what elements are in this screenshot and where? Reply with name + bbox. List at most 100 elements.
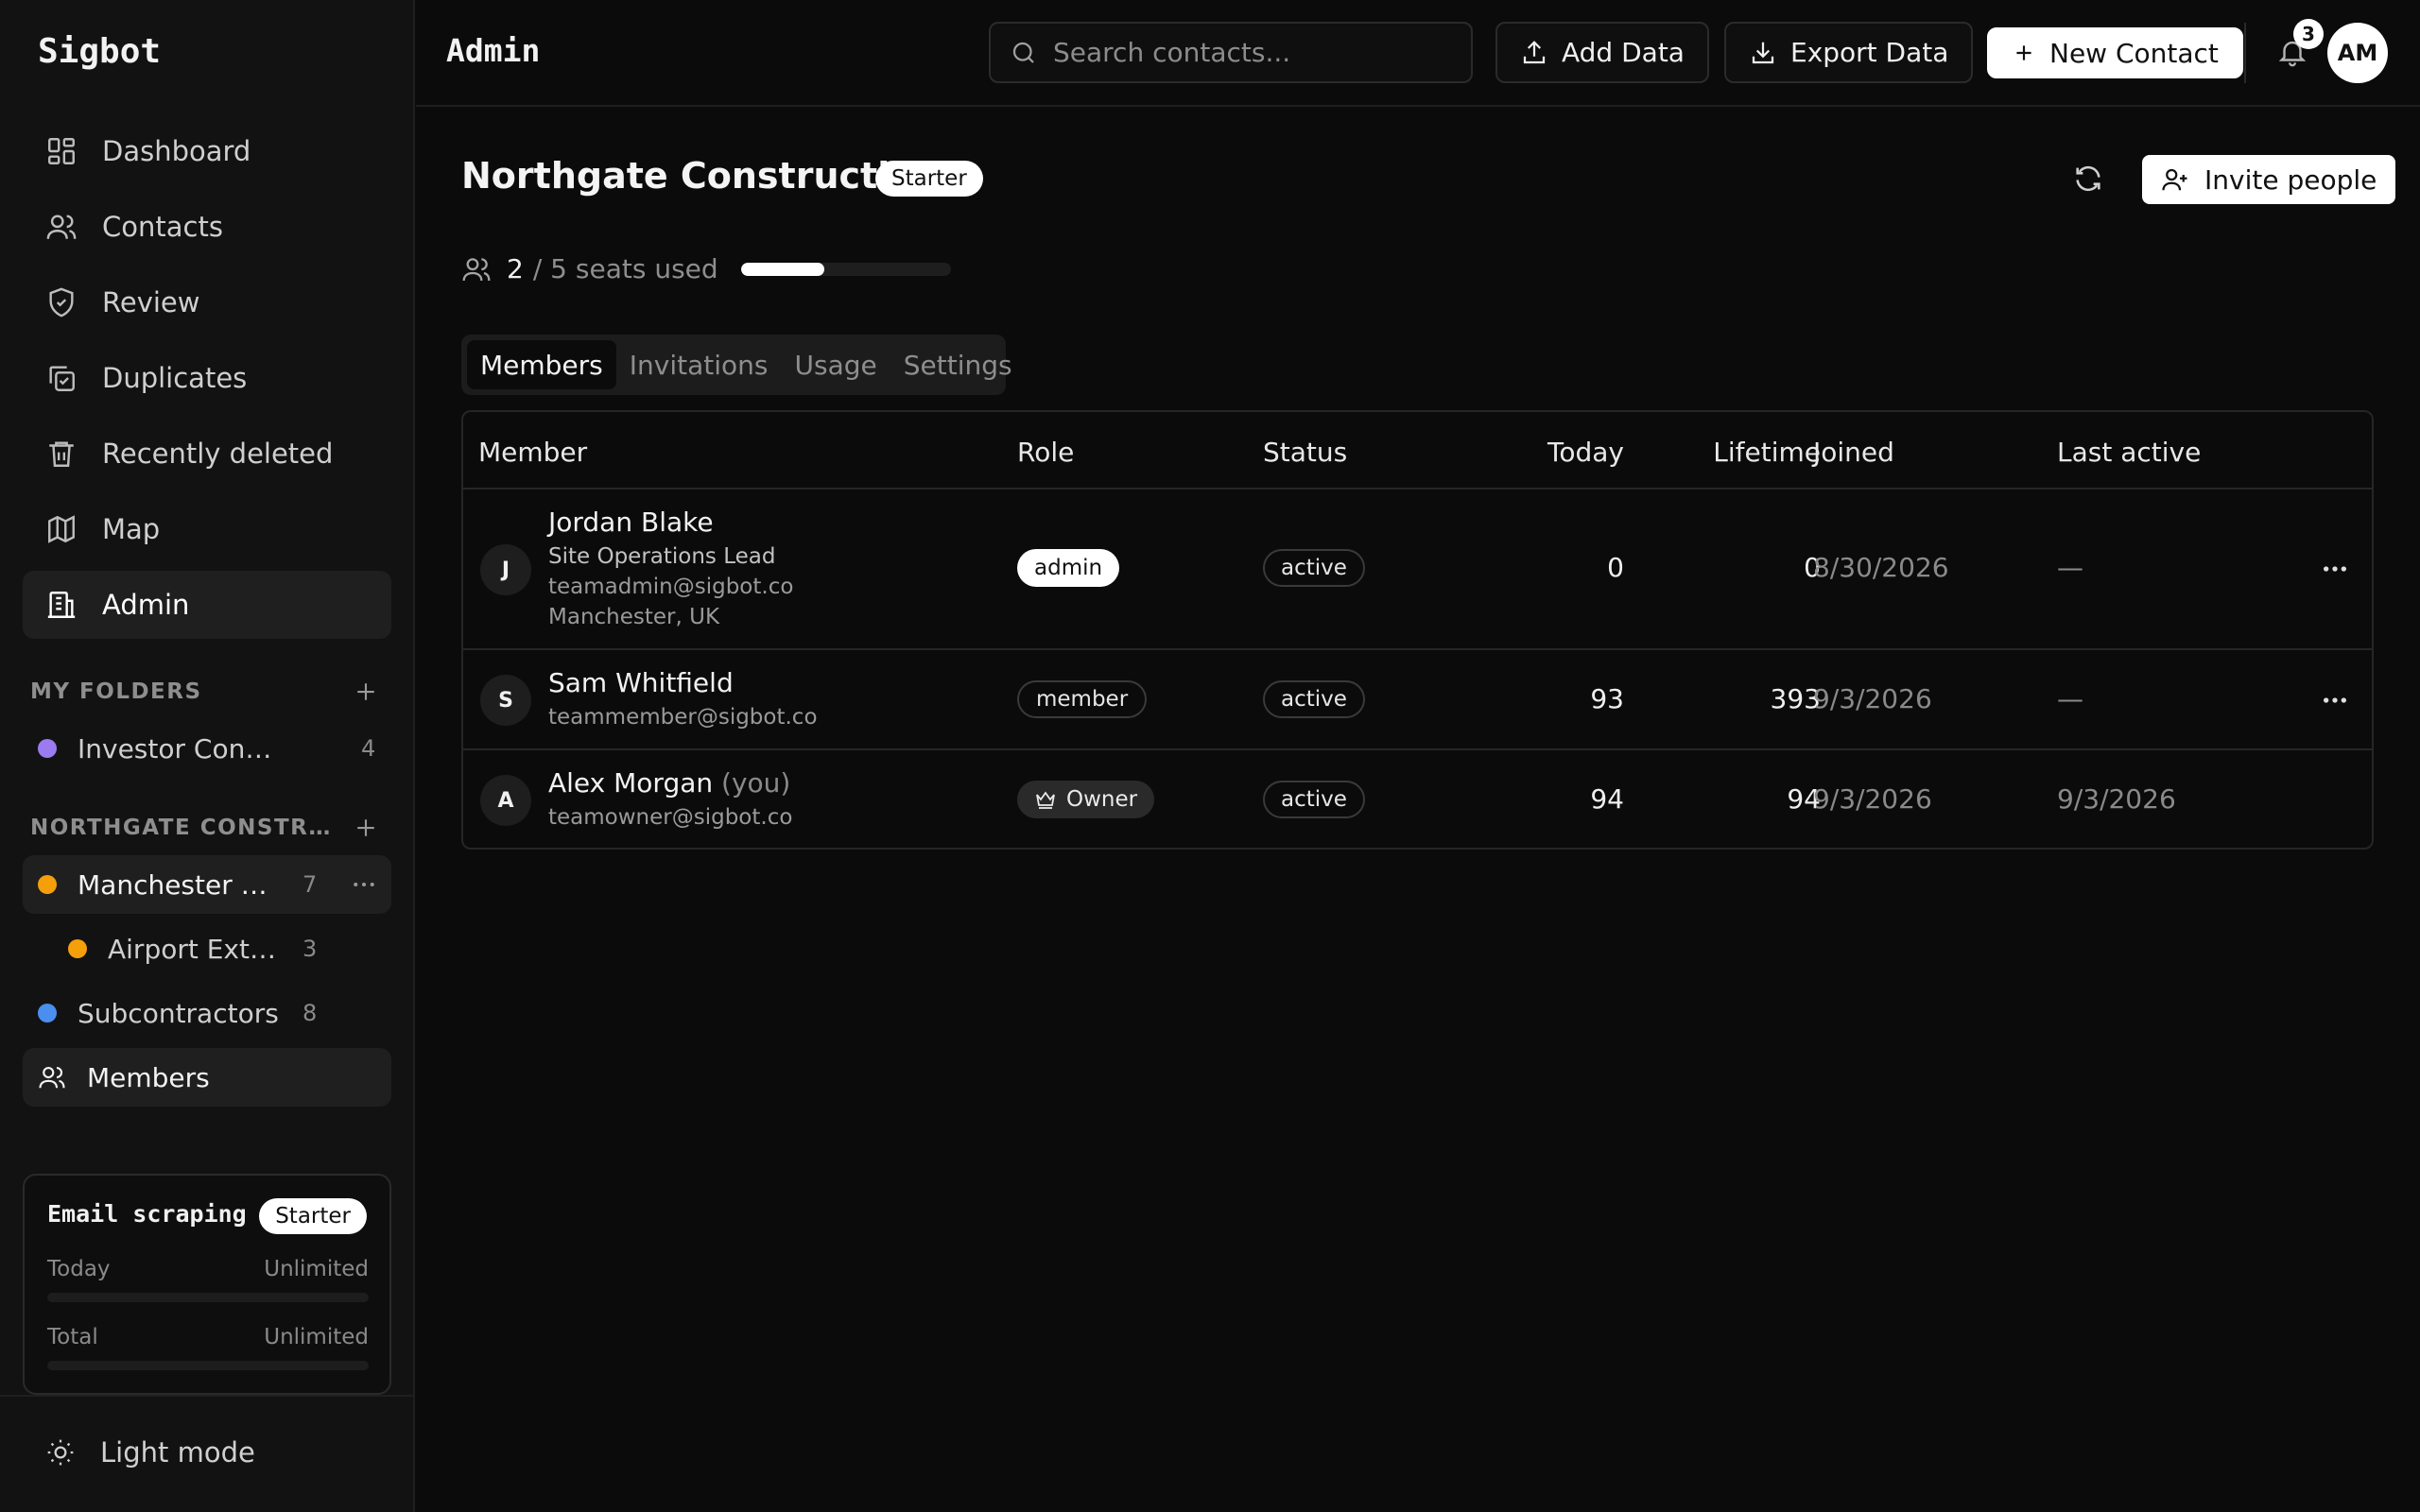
today-count: 94: [1590, 783, 1624, 815]
tab-members[interactable]: Members: [467, 340, 616, 389]
notification-count-badge: 3: [2293, 19, 2324, 49]
row-actions-icon[interactable]: [2320, 685, 2350, 715]
user-avatar[interactable]: AM: [2327, 23, 2388, 83]
tab-settings[interactable]: Settings: [890, 340, 1026, 389]
member-email: teamadmin@sigbot.co: [548, 575, 794, 599]
subfolder-item[interactable]: Airport Extension 3: [23, 919, 391, 978]
folder-count: 4: [361, 735, 376, 762]
usage-card-title: Email scraping: [47, 1200, 247, 1228]
tab-usage[interactable]: Usage: [781, 340, 890, 389]
joined-date: 9/3/2026: [1813, 683, 1932, 714]
folder-name: Manchester Client Projects: [78, 868, 276, 901]
member-title: Site Operations Lead: [548, 544, 776, 569]
brand-logo[interactable]: Sigbot: [38, 32, 161, 71]
nav-item-recently-deleted[interactable]: Recently deleted: [23, 420, 391, 488]
seats-progress-bar: [740, 262, 951, 276]
member-email: teammember@sigbot.co: [548, 705, 818, 730]
invite-label: Invite people: [2204, 163, 2377, 196]
lifetime-count: 94: [1787, 783, 1821, 815]
col-status: Status: [1263, 437, 1348, 468]
trash-icon: [49, 441, 74, 467]
email-scraping-card: Email scraping Starter Today Unlimited T…: [23, 1174, 391, 1395]
new-contact-label: New Contact: [2049, 37, 2219, 69]
row-actions-icon[interactable]: [2320, 554, 2350, 584]
admin-tabs: Members Invitations Usage Settings: [461, 335, 1012, 395]
seats-usage: 2 / 5 seats used: [461, 253, 951, 284]
member-name: Jordan Blake: [548, 507, 714, 538]
nav-label: Duplicates: [102, 362, 248, 394]
duplicates-icon: [49, 366, 75, 391]
nav-item-dashboard[interactable]: Dashboard: [23, 117, 391, 185]
members-table: Member Role Status Today Lifetime Joined…: [461, 410, 2374, 850]
member-name: Alex Morgan (you): [548, 767, 790, 799]
plan-badge: Starter: [259, 1198, 367, 1234]
usage-bar: [47, 1293, 369, 1302]
col-today: Today: [1547, 437, 1624, 468]
table-row[interactable]: A Alex Morgan (you) teamowner@sigbot.co …: [463, 750, 2372, 848]
nav-item-duplicates[interactable]: Duplicates: [23, 344, 391, 412]
col-last-active: Last active: [2057, 437, 2202, 468]
table-header: Member Role Status Today Lifetime Joined…: [463, 412, 2372, 490]
export-data-label: Export Data: [1790, 37, 1949, 68]
add-data-button[interactable]: Add Data: [1495, 22, 1709, 83]
folder-count: 8: [302, 1000, 318, 1026]
nav-item-contacts[interactable]: Contacts: [23, 193, 391, 261]
role-label: Owner: [1066, 787, 1138, 812]
sidebar-item-members[interactable]: Members: [23, 1048, 391, 1107]
last-active: —: [2057, 683, 2083, 714]
member-avatar: J: [480, 544, 531, 595]
nav-label: Review: [102, 286, 200, 318]
lifetime-count: 0: [1804, 552, 1821, 583]
section-title: NORTHGATE CONSTRUCTION: [30, 816, 342, 840]
folder-item[interactable]: Investor Contacts 4: [23, 719, 391, 778]
member-name-text: Alex Morgan: [548, 767, 714, 799]
add-folder-icon[interactable]: [352, 678, 380, 706]
folder-color-dot: [38, 875, 57, 894]
org-name: Northgate Construction: [461, 155, 941, 197]
nav-label: Admin: [102, 589, 190, 621]
col-joined: Joined: [1813, 437, 1894, 468]
plus-icon: [2016, 45, 2031, 60]
sidebar-footer: Light mode: [0, 1395, 413, 1512]
seats-used-count: 2: [507, 253, 524, 284]
joined-date: 8/30/2026: [1813, 552, 1949, 583]
add-data-label: Add Data: [1562, 37, 1685, 68]
folder-item[interactable]: Manchester Client Projects 7: [23, 855, 391, 914]
upload-icon: [1523, 40, 1546, 63]
refresh-icon[interactable]: [2072, 163, 2104, 195]
nav-item-admin[interactable]: Admin: [23, 571, 391, 639]
today-count: 93: [1590, 683, 1624, 714]
search-box[interactable]: [989, 22, 1473, 83]
nav-item-review[interactable]: Review: [23, 268, 391, 336]
more-options-icon[interactable]: [350, 870, 378, 899]
folder-item[interactable]: Subcontractors 8: [23, 984, 391, 1042]
role-badge: member: [1017, 680, 1148, 718]
users-icon: [462, 257, 491, 281]
usage-row-total: Total Unlimited: [47, 1325, 369, 1349]
export-data-button[interactable]: Export Data: [1724, 22, 1974, 83]
nav-item-map[interactable]: Map: [23, 495, 391, 563]
add-folder-icon[interactable]: [352, 814, 380, 842]
tab-invitations[interactable]: Invitations: [616, 340, 782, 389]
lifetime-count: 393: [1770, 683, 1821, 714]
col-lifetime: Lifetime: [1713, 437, 1821, 468]
topbar: Admin Add Data Export Data New Contact 3…: [416, 0, 2420, 107]
new-contact-button[interactable]: New Contact: [1987, 27, 2243, 78]
light-mode-toggle[interactable]: Light mode: [45, 1436, 255, 1469]
usage-row-today: Today Unlimited: [47, 1257, 369, 1281]
sun-icon: [47, 1439, 74, 1466]
table-row[interactable]: J Jordan Blake Site Operations Lead team…: [463, 490, 2372, 650]
user-plus-icon: [2162, 168, 2187, 191]
dashboard-icon: [48, 138, 75, 164]
users-icon: [39, 1066, 65, 1089]
table-row[interactable]: S Sam Whitfield teammember@sigbot.co mem…: [463, 650, 2372, 750]
you-indicator: (you): [721, 767, 791, 799]
member-name-text: Jordan Blake: [548, 507, 714, 538]
folder-count: 7: [302, 871, 318, 898]
invite-people-button[interactable]: Invite people: [2142, 155, 2396, 204]
crown-icon: [1036, 791, 1055, 809]
my-folders-header: MY FOLDERS: [30, 673, 380, 711]
member-avatar: A: [480, 775, 531, 826]
shield-icon: [49, 287, 74, 318]
search-input[interactable]: [1053, 37, 1450, 68]
